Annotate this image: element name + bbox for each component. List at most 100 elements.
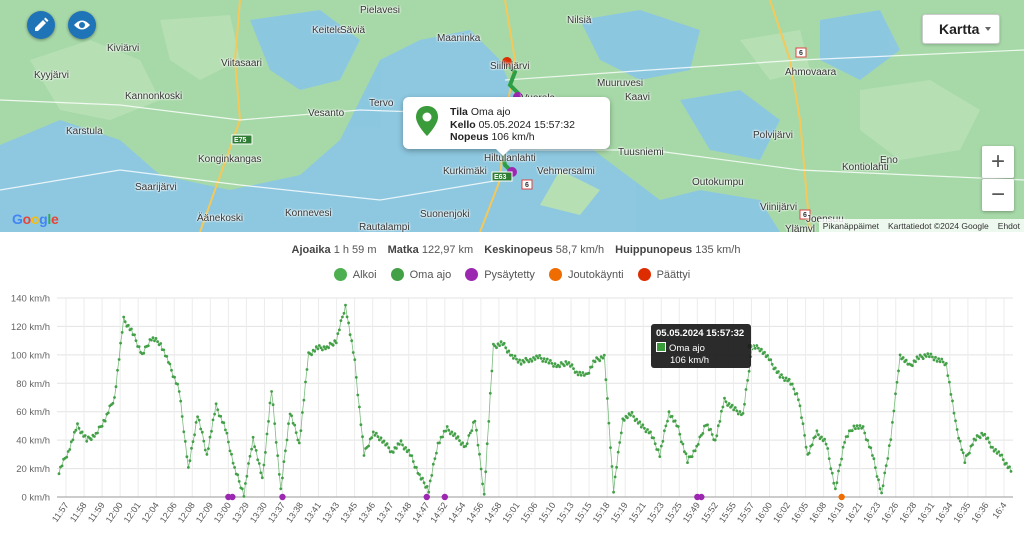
data-point [684,452,688,456]
legend-item-oma-ajo[interactable]: Oma ajo [390,268,452,281]
data-point [444,429,448,433]
data-point [93,435,96,438]
road-label: E63 [494,174,507,181]
data-point [904,358,908,362]
legend-item-pysaytetty[interactable]: Pysäytetty [465,268,535,281]
x-tick-label: 15:10 [537,500,558,524]
legend-dot [390,268,404,281]
view-button[interactable] [68,11,96,39]
data-point [351,351,355,354]
place-label: Kiviärvi [107,43,140,54]
data-point [946,374,950,377]
data-point [236,473,240,477]
data-point [898,353,902,357]
data-point [287,422,290,425]
data-point [187,466,190,469]
data-point [544,360,548,364]
data-point [518,358,521,362]
data-point [820,435,823,439]
y-tick-label: 60 km/h [16,407,50,418]
x-tick-label: 13:37 [266,500,287,524]
data-point [404,446,407,449]
x-tick-label: 15:13 [555,500,576,524]
legend-item-alkoi[interactable]: Alkoi [333,268,377,281]
x-tick-label: 14:58 [482,500,503,524]
data-point [123,320,127,324]
data-point [341,315,344,319]
zoom-in-button[interactable]: + [982,146,1014,178]
data-point [659,444,663,448]
data-point [387,446,391,450]
data-point [715,434,719,438]
place-label: Säviä [340,25,366,36]
data-point [379,436,383,440]
map-type-select[interactable]: Kartta [922,14,1000,44]
legend-label: Oma ajo [409,268,452,281]
data-point [880,491,883,495]
data-point [658,455,662,458]
x-tick-label: 11:57 [50,500,71,524]
data-point [188,459,192,463]
popup-tila-value: Oma ajo [470,106,511,118]
map-panel[interactable]: E75 E63 6 6 6 Pielavesi Keitele Säviä Maani… [0,0,1024,232]
event-marker [229,493,236,501]
data-point [382,439,386,443]
place-label: Saarijärvi [135,182,177,193]
data-point [259,471,263,475]
data-point [830,471,834,475]
data-point [746,379,749,382]
terms-link[interactable]: Ehdot [998,221,1020,231]
data-point [473,419,477,423]
trip-stats: Ajoaika 1 h 59 m Matka 122,97 km Keskino… [0,244,1024,256]
edit-button[interactable] [27,11,55,39]
event-marker [441,493,449,501]
data-point [468,431,472,435]
data-point [572,367,575,370]
data-point [487,420,491,423]
data-point [635,417,639,421]
data-point [401,443,404,447]
place-label: Äänekoski [197,213,244,224]
data-point [111,401,115,405]
data-point [934,355,937,359]
data-point [855,424,859,428]
data-point [173,375,176,379]
data-point [282,460,286,463]
data-point [499,340,503,344]
data-point [530,359,534,363]
keyboard-shortcuts-link[interactable]: Pikanäppäimet [823,221,879,231]
data-point [467,434,471,437]
data-point [639,425,643,429]
data-point [777,370,780,373]
speed-chart[interactable]: 0 km/h 20 km/h 40 km/h 60 km/h 80 km/h 100 km… [0,290,1024,534]
plus-icon: + [990,148,1005,175]
data-point [183,440,187,443]
data-point [549,359,552,362]
data-point [553,362,557,366]
data-point [196,415,200,419]
data-point [539,357,543,360]
data-point [302,398,306,402]
data-point [957,436,960,440]
data-point [753,347,757,350]
chart-tooltip: 05.05.2024 15:57:32 Oma ajo 106 km/h [651,324,751,368]
data-point [350,339,354,343]
legend-item-paattyi[interactable]: Päättyi [637,268,691,281]
legend-label: Päättyi [656,268,691,281]
data-point [875,475,879,478]
popup-kello-value: 05.05.2024 15:57:32 [478,118,575,131]
data-point [231,461,235,465]
data-point [968,451,971,455]
google-logo[interactable]: Google [12,211,59,227]
x-tick-label: 13:41 [302,500,323,524]
road-label: 6 [525,182,529,189]
data-point [219,414,223,418]
data-point [197,418,201,422]
data-point [1001,458,1005,461]
zoom-out-button[interactable]: − [982,179,1014,211]
data-point [783,379,786,382]
place-label: Tervo [369,98,394,109]
legend-item-joutokaynti[interactable]: Joutokäynti [548,268,624,281]
data-point [921,357,925,360]
data-point [911,364,914,368]
